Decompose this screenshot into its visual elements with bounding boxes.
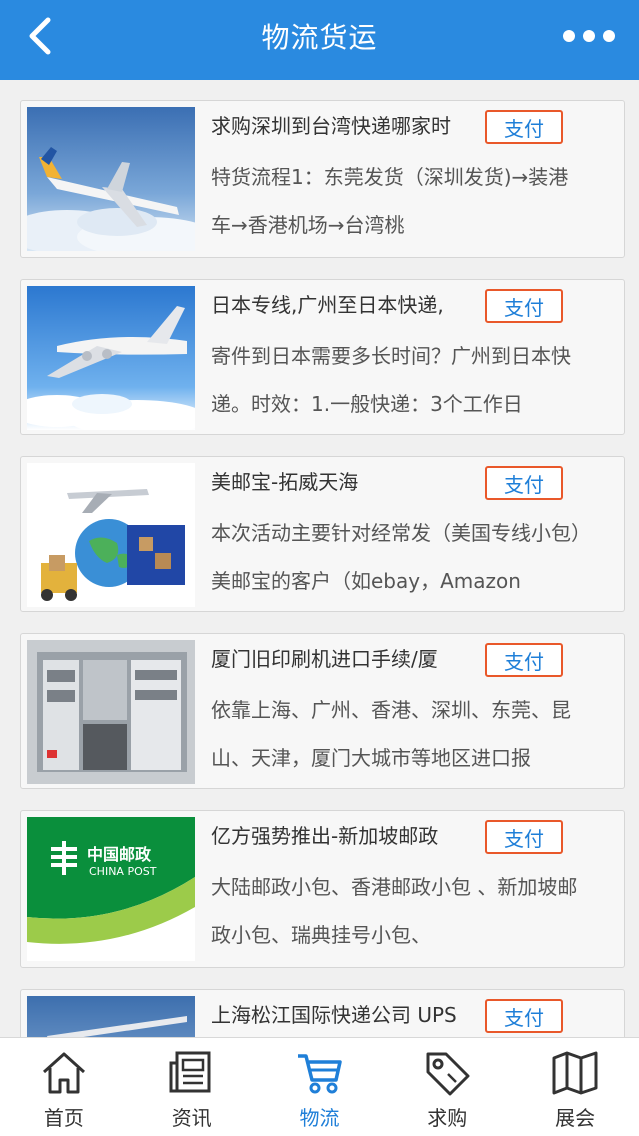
item-description: 特货流程1：东莞发货（深圳发货)→装港车→香港机场→台湾桃 <box>211 165 569 237</box>
item-description: 寄件到日本需要多长时间？广州到日本快递。时效：1.一般快递：3个工作日 <box>211 344 571 416</box>
tab-label: 资讯 <box>171 1106 212 1130</box>
list-item[interactable]: 日本专线,广州至日本快递, 支付 寄件到日本需要多长时间？广州到日本快递。时效：… <box>20 279 625 435</box>
page-title: 物流货运 <box>261 21 378 54</box>
item-title: 日本专线,广州至日本快递, <box>211 293 444 317</box>
item-title: 亿方强势推出-新加坡邮政 <box>211 824 439 848</box>
tab-exhibition[interactable]: 展会 <box>511 1038 639 1136</box>
news-icon <box>169 1051 211 1093</box>
pay-button[interactable]: 支付 <box>485 110 563 144</box>
airplane-blue-sky-image <box>27 286 195 430</box>
logistics-list: 求购深圳到台湾快递哪家时 支付 特货流程1：东莞发货（深圳发货)→装港车→香港机… <box>20 100 627 1037</box>
tab-news[interactable]: 资讯 <box>128 1038 256 1136</box>
china-post-logo-text: 中国邮政 <box>87 845 152 864</box>
item-description: 本次活动主要针对经常发（美国专线小包）美邮宝的客户（如ebay，Amazon <box>211 521 581 593</box>
item-description: 大陆邮政小包、香港邮政小包 、新加坡邮政小包、瑞典挂号小包、 <box>211 875 578 947</box>
item-title: 求购深圳到台湾快递哪家时 <box>211 114 451 138</box>
printing-machine-image <box>27 640 195 784</box>
pay-button[interactable]: 支付 <box>485 466 563 500</box>
tab-label: 展会 <box>555 1106 596 1130</box>
item-title: 厦门旧印刷机进口手续/厦 <box>211 647 438 671</box>
tab-logistics[interactable]: 物流 <box>256 1038 384 1136</box>
airplane-over-clouds-image <box>27 107 195 251</box>
item-description: 依靠上海、广州、香港、深圳、东莞、昆山、天津，厦门大城市等地区进口报 <box>211 698 571 770</box>
header-bar: 物流货运 <box>0 0 639 80</box>
china-post-logo-subtext: CHINA POST <box>89 865 157 878</box>
list-item[interactable]: 上海松江国际快递公司 UPS 支付 <box>20 989 625 1037</box>
tab-home[interactable]: 首页 <box>0 1038 128 1136</box>
tab-label: 求购 <box>427 1106 468 1130</box>
item-title: 美邮宝-拓威天海 <box>211 470 359 494</box>
list-item[interactable]: 求购深圳到台湾快递哪家时 支付 特货流程1：东莞发货（深圳发货)→装港车→香港机… <box>20 100 625 258</box>
dot-icon <box>563 30 575 42</box>
cart-icon <box>298 1054 343 1094</box>
list-item[interactable]: 厦门旧印刷机进口手续/厦 支付 依靠上海、广州、香港、深圳、东莞、昆山、天津，厦… <box>20 633 625 789</box>
bottom-tab-bar: 首页 资讯 物流 求购 展会 <box>0 1037 639 1136</box>
pay-button[interactable]: 支付 <box>485 820 563 854</box>
item-title: 上海松江国际快递公司 UPS <box>211 1003 457 1027</box>
dot-icon <box>603 30 615 42</box>
pay-button[interactable]: 支付 <box>485 999 563 1033</box>
more-options-button[interactable] <box>557 18 621 54</box>
china-post-logo-image: 中国邮政 CHINA POST <box>27 817 195 961</box>
list-item[interactable]: 中国邮政 CHINA POST 亿方强势推出-新加坡邮政 支付 大陆邮政小包、香… <box>20 810 625 968</box>
tab-label: 首页 <box>43 1106 84 1130</box>
logistics-globe-image <box>27 463 195 607</box>
home-icon <box>42 1052 85 1094</box>
tab-purchase[interactable]: 求购 <box>383 1038 511 1136</box>
dot-icon <box>583 30 595 42</box>
tag-icon <box>426 1052 470 1096</box>
pay-button[interactable]: 支付 <box>485 643 563 677</box>
map-icon <box>552 1051 598 1095</box>
list-item[interactable]: 美邮宝-拓威天海 支付 本次活动主要针对经常发（美国专线小包）美邮宝的客户（如e… <box>20 456 625 612</box>
tab-label: 物流 <box>299 1106 340 1130</box>
pay-button[interactable]: 支付 <box>485 289 563 323</box>
airplane-partial-image <box>27 996 195 1037</box>
